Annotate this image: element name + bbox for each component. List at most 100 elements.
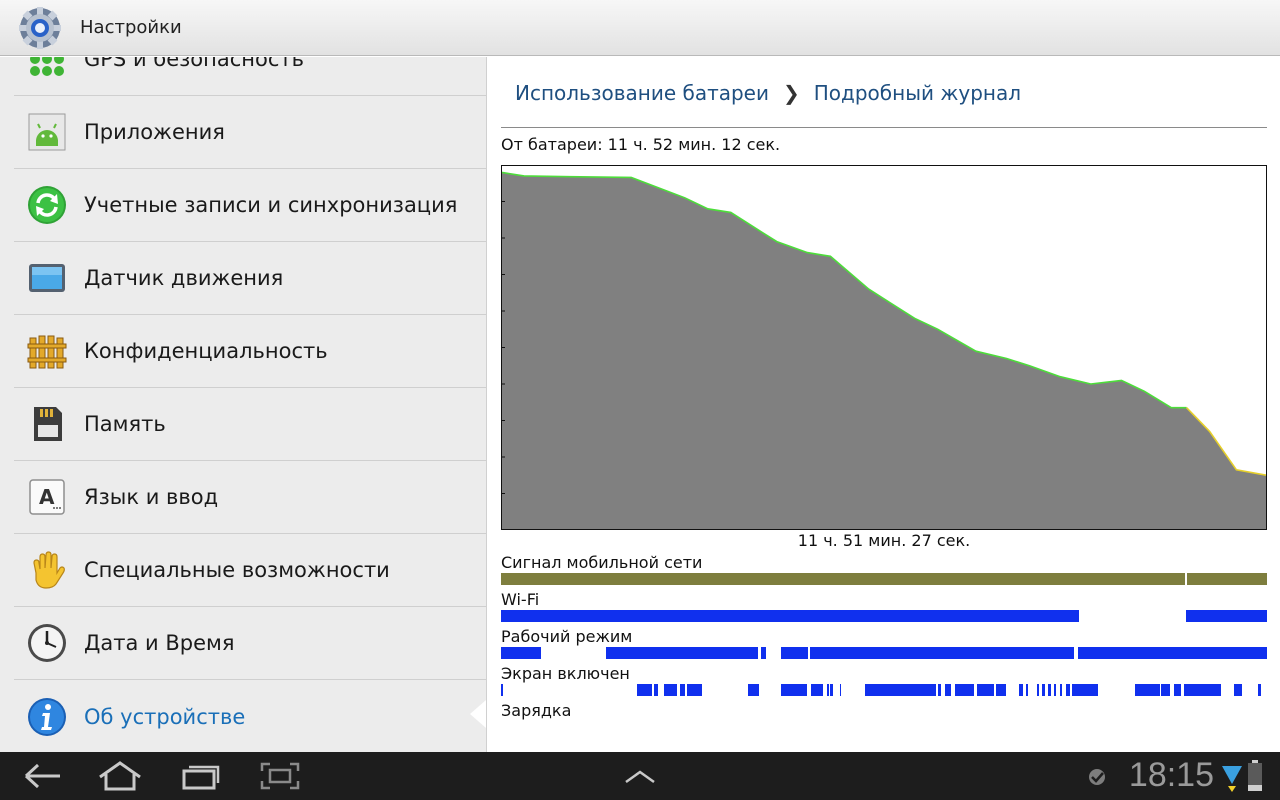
sidebar-item-accounts-sync[interactable]: Учетные записи и синхронизация — [14, 169, 486, 242]
sidebar-item-label: Дата и Время — [84, 631, 235, 655]
divider — [501, 127, 1267, 128]
timeline-segment — [1065, 684, 1071, 696]
timeline-segment — [664, 684, 678, 696]
back-arrow-icon[interactable] — [18, 760, 66, 792]
timeline-segment — [687, 684, 702, 696]
sidebar-item-date-time[interactable]: Дата и Время — [14, 607, 486, 680]
timeline-segment — [501, 647, 541, 659]
clock-icon — [28, 624, 66, 662]
timeline-segment — [780, 647, 809, 659]
timeline-segment — [839, 684, 842, 696]
timeline-segment — [1186, 573, 1267, 585]
timeline-segment — [1018, 684, 1024, 696]
screen-track-bar — [501, 684, 1267, 696]
sidebar-item-label: Специальные возможности — [84, 558, 390, 582]
timeline-segment — [976, 684, 994, 696]
wifi-track-bar — [501, 610, 1267, 622]
battery-icon — [1248, 760, 1262, 791]
timeline-segment — [811, 684, 823, 696]
timeline-segment — [945, 684, 952, 696]
battery-level-graph — [501, 165, 1267, 530]
timeline-segment — [636, 684, 652, 696]
settings-gear-icon[interactable] — [18, 6, 62, 50]
timeline-segment — [1161, 684, 1170, 696]
timeline-segment — [748, 684, 760, 696]
sidebar-item-label: Память — [84, 412, 166, 436]
timeline-segment — [938, 684, 941, 696]
charging-track: Зарядка — [501, 701, 1267, 733]
timeline-segment — [1060, 684, 1063, 696]
home-icon[interactable] — [96, 760, 144, 792]
sidebar-item-label: Датчик движения — [84, 266, 284, 290]
timeline-segment — [501, 684, 503, 696]
wifi-signal-icon — [1222, 766, 1242, 792]
sidebar-item-label: Приложения — [84, 120, 225, 144]
breadcrumb-current: Подробный журнал — [813, 81, 1022, 105]
breadcrumb: Использование батареи ❯ Подробный журнал — [515, 81, 1021, 105]
sd-card-icon — [34, 407, 62, 441]
timeline-segment — [1183, 684, 1221, 696]
sidebar-item-accessibility[interactable]: Специальные возможности — [14, 534, 486, 607]
breadcrumb-parent[interactable]: Использование батареи — [515, 81, 769, 105]
sidebar-item-label: Учетные записи и синхронизация — [84, 193, 458, 217]
timeline-segment — [1234, 684, 1243, 696]
sidebar-item-privacy[interactable]: Конфиденциальность — [14, 315, 486, 388]
sidebar-item-language-input[interactable]: A Язык и ввод — [14, 461, 486, 534]
chevron-right-icon: ❯ — [782, 81, 800, 105]
screen-track-label: Экран включен — [501, 664, 630, 683]
timeline-segment — [1173, 684, 1182, 696]
signal-track: Сигнал мобильной сети — [501, 553, 1267, 585]
timeline-segment — [1072, 684, 1099, 696]
sidebar-item-applications[interactable]: Приложения — [14, 96, 486, 169]
timeline-segment — [1054, 684, 1057, 696]
timeline-segment — [1257, 684, 1261, 696]
timeline-segment — [679, 684, 685, 696]
timeline-segment — [761, 647, 766, 659]
timeline-segment — [1185, 610, 1267, 622]
timeline-segment — [605, 647, 758, 659]
settings-list: GPS и безопасность Приложения Учетные за… — [0, 57, 486, 752]
charging-track-bar — [501, 721, 1267, 733]
timeline-segment — [955, 684, 975, 696]
system-navigation-bar: 18:15 — [0, 752, 1280, 800]
timeline-segment — [830, 684, 834, 696]
selection-pointer — [470, 700, 486, 728]
fence-privacy-icon — [27, 335, 67, 369]
timeline-segment — [995, 684, 1006, 696]
gps-dots-icon — [30, 57, 64, 76]
awake-track-label: Рабочий режим — [501, 627, 633, 646]
settings-list-pane[interactable]: GPS и безопасность Приложения Учетные за… — [0, 57, 486, 752]
info-icon — [28, 697, 66, 736]
sidebar-item-motion[interactable]: Датчик движения — [14, 242, 486, 315]
status-clock[interactable]: 18:15 — [1129, 756, 1214, 795]
keyboard-a-icon: A — [29, 479, 65, 515]
timeline-segment — [1135, 684, 1160, 696]
motion-tablet-icon — [29, 264, 65, 292]
timeline-segment — [780, 684, 808, 696]
sidebar-item-gps-security[interactable]: GPS и безопасность — [14, 57, 486, 96]
timeline-segment — [864, 684, 936, 696]
timeline-segment — [826, 684, 829, 696]
android-apps-icon — [28, 113, 66, 151]
battery-detail-pane: Использование батареи ❯ Подробный журнал… — [486, 57, 1280, 752]
timeline-segment — [1037, 684, 1039, 696]
screen-track: Экран включен — [501, 664, 1267, 696]
app-title: Настройки — [80, 17, 182, 38]
timeline-segment — [809, 647, 1074, 659]
wifi-track-label: Wi-Fi — [501, 590, 540, 609]
notification-check-icon[interactable] — [1086, 766, 1108, 788]
sidebar-item-storage[interactable]: Память — [14, 388, 486, 461]
sidebar-item-label: Конфиденциальность — [84, 339, 328, 363]
sidebar-item-label: GPS и безопасность — [84, 57, 305, 71]
hand-icon — [33, 551, 65, 589]
chevron-up-icon[interactable] — [616, 760, 664, 792]
sync-icon — [28, 186, 66, 224]
recent-apps-icon[interactable] — [178, 760, 226, 792]
screenshot-icon[interactable] — [256, 760, 304, 792]
awake-track-bar — [501, 647, 1267, 659]
timeline-segment — [654, 684, 658, 696]
awake-track: Рабочий режим — [501, 627, 1267, 659]
sidebar-item-about-device[interactable]: Об устройстве — [14, 680, 486, 752]
sidebar-item-label: Об устройстве — [84, 704, 246, 729]
timeline-segment — [501, 573, 1185, 585]
